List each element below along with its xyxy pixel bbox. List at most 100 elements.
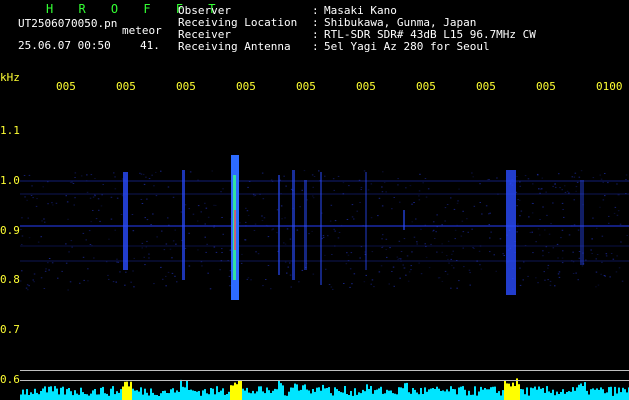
- noise-speck: [625, 174, 628, 176]
- noise-speck: [91, 245, 93, 247]
- noise-speck: [116, 258, 118, 260]
- noise-speck: [211, 170, 213, 172]
- carrier-band: [20, 245, 629, 247]
- noise-speck: [332, 288, 334, 290]
- freq-tick: 0.6: [0, 373, 20, 386]
- noise-speck: [550, 223, 552, 225]
- noise-speck: [436, 251, 438, 253]
- intensity-bar: [212, 388, 214, 400]
- intensity-bar: [210, 388, 212, 400]
- noise-speck: [83, 279, 85, 281]
- noise-speck: [219, 269, 221, 271]
- noise-speck: [325, 268, 327, 270]
- noise-speck: [153, 185, 155, 187]
- intensity-bar: [146, 392, 148, 400]
- noise-speck: [200, 261, 203, 263]
- intensity-bar: [328, 387, 330, 400]
- noise-speck: [479, 202, 481, 203]
- intensity-bar: [384, 393, 386, 400]
- noise-speck: [28, 285, 30, 287]
- noise-speck: [338, 232, 341, 233]
- threshold-line: [20, 380, 629, 381]
- noise-speck: [141, 247, 143, 249]
- noise-speck: [25, 287, 28, 289]
- intensity-bar: [512, 382, 514, 400]
- noise-speck: [175, 243, 177, 245]
- noise-speck: [382, 234, 384, 236]
- noise-speck: [311, 174, 314, 176]
- intensity-bar: [64, 394, 66, 400]
- noise-speck: [172, 240, 175, 242]
- noise-speck: [422, 182, 424, 184]
- noise-speck: [283, 242, 285, 244]
- noise-speck: [205, 207, 208, 209]
- intensity-bar: [616, 393, 618, 400]
- noise-speck: [348, 185, 350, 187]
- noise-speck: [263, 217, 266, 219]
- noise-speck: [360, 187, 363, 188]
- noise-speck: [287, 266, 289, 268]
- noise-speck: [608, 222, 610, 224]
- noise-speck: [542, 255, 544, 257]
- intensity-bar: [94, 389, 96, 400]
- noise-speck: [418, 190, 421, 192]
- noise-speck: [479, 183, 481, 185]
- noise-speck: [358, 179, 361, 181]
- noise-speck: [399, 201, 401, 203]
- noise-speck: [253, 195, 255, 197]
- noise-speck: [55, 202, 58, 204]
- noise-speck: [618, 194, 620, 196]
- noise-speck: [146, 219, 149, 221]
- noise-speck: [99, 220, 101, 222]
- intensity-bar: [474, 386, 476, 400]
- intensity-bar: [24, 394, 26, 400]
- noise-speck: [48, 269, 50, 271]
- intensity-bar: [268, 390, 270, 400]
- meteor-streak: [304, 180, 307, 270]
- noise-speck: [385, 191, 387, 193]
- noise-speck: [419, 173, 421, 175]
- intensity-bar: [538, 386, 540, 400]
- noise-speck: [82, 256, 85, 258]
- noise-speck: [625, 193, 627, 194]
- intensity-bar: [20, 394, 22, 400]
- intensity-bar: [34, 388, 36, 400]
- intensity-bar: [532, 388, 534, 400]
- noise-speck: [425, 256, 428, 258]
- noise-speck: [547, 264, 550, 266]
- noise-speck: [47, 203, 49, 205]
- meteor-streak: [182, 170, 185, 280]
- intensity-bar: [424, 387, 426, 400]
- intensity-bar: [250, 393, 252, 400]
- intensity-bar: [600, 387, 602, 400]
- noise-speck: [74, 177, 76, 178]
- intensity-bar: [594, 389, 596, 400]
- noise-speck: [502, 253, 504, 255]
- intensity-bar: [270, 393, 272, 400]
- intensity-bar: [312, 389, 314, 400]
- noise-speck: [489, 251, 491, 253]
- noise-speck: [444, 270, 447, 272]
- intensity-bar: [510, 386, 512, 400]
- noise-speck: [350, 252, 353, 254]
- noise-speck: [416, 241, 418, 243]
- noise-speck: [200, 211, 202, 213]
- intensity-bar: [262, 391, 264, 400]
- intensity-bar: [508, 383, 510, 400]
- intensity-bar: [560, 392, 562, 400]
- noise-speck: [456, 202, 459, 204]
- intensity-bar: [164, 390, 166, 400]
- noise-speck: [547, 279, 549, 281]
- noise-speck: [444, 207, 447, 209]
- noise-speck: [548, 252, 550, 254]
- noise-speck: [529, 231, 532, 233]
- noise-speck: [403, 267, 406, 269]
- noise-speck: [21, 244, 23, 245]
- noise-speck: [66, 201, 69, 203]
- intensity-bar: [36, 392, 38, 400]
- noise-speck: [40, 277, 43, 279]
- noise-speck: [241, 253, 243, 255]
- noise-speck: [116, 261, 118, 263]
- intensity-bar: [218, 392, 220, 400]
- noise-speck: [573, 176, 576, 178]
